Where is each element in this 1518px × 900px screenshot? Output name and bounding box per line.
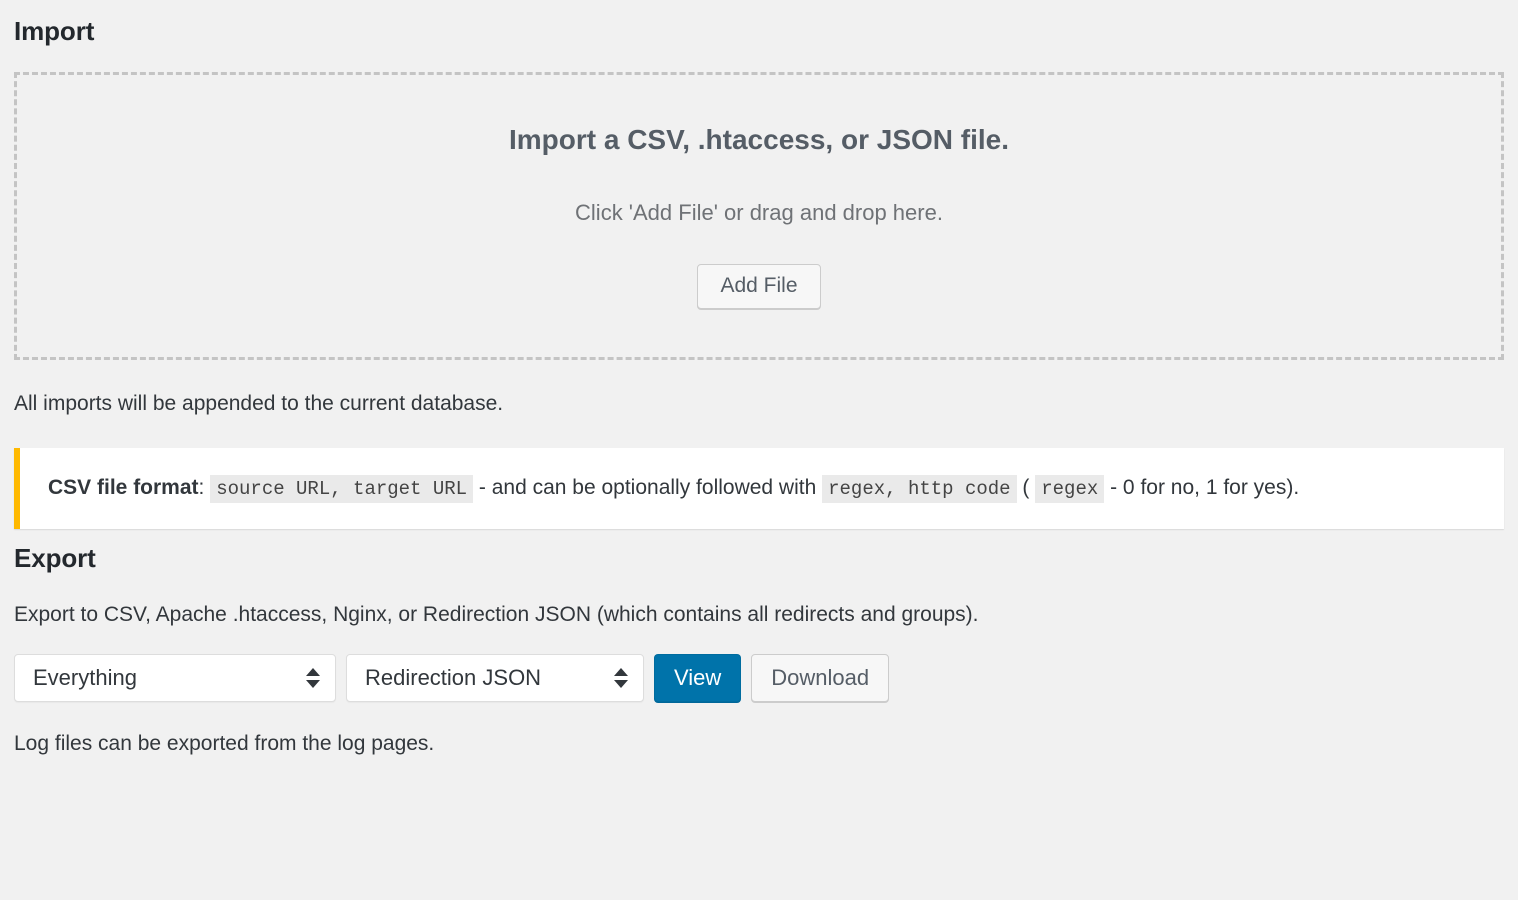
import-section-heading: Import bbox=[14, 16, 95, 46]
download-button[interactable]: Download bbox=[751, 654, 890, 703]
export-log-note: Log files can be exported from the log p… bbox=[14, 732, 435, 756]
csv-format-colon: : bbox=[198, 476, 205, 500]
export-section-heading: Export bbox=[14, 542, 96, 573]
export-scope-select-wrap[interactable]: Everything bbox=[14, 654, 336, 703]
csv-format-text-2: ( bbox=[1022, 476, 1030, 500]
csv-format-label: CSV file format bbox=[48, 476, 199, 500]
export-format-value: Redirection JSON bbox=[365, 665, 542, 691]
file-dropzone[interactable]: Import a CSV, .htaccess, or JSON file. C… bbox=[14, 72, 1504, 360]
dropzone-title: Import a CSV, .htaccess, or JSON file. bbox=[508, 123, 1010, 155]
view-button[interactable]: View bbox=[654, 654, 742, 703]
export-scope-select[interactable]: Everything bbox=[14, 654, 336, 703]
csv-format-text-1: - and can be optionally followed with bbox=[478, 476, 817, 500]
export-description: Export to CSV, Apache .htaccess, Nginx, … bbox=[14, 602, 979, 626]
csv-format-notice-text: CSV file format: source URL, target URL … bbox=[48, 472, 1488, 505]
export-controls-row: Everything Redirection JSON View Downloa… bbox=[14, 628, 1504, 703]
csv-format-code-regex-http: regex, http code bbox=[822, 475, 1017, 504]
export-format-select[interactable]: Redirection JSON bbox=[346, 654, 644, 703]
export-format-select-wrap[interactable]: Redirection JSON bbox=[346, 654, 644, 703]
csv-format-notice: CSV file format: source URL, target URL … bbox=[14, 448, 1504, 529]
add-file-button[interactable]: Add File bbox=[697, 263, 821, 310]
csv-format-text-3: - 0 for no, 1 for yes). bbox=[1110, 476, 1300, 500]
import-append-note: All imports will be appended to the curr… bbox=[14, 392, 504, 415]
csv-format-code-source-target: source URL, target URL bbox=[210, 475, 474, 504]
dropzone-subtitle: Click 'Add File' or drag and drop here. bbox=[575, 199, 943, 225]
csv-format-code-regex: regex bbox=[1035, 475, 1105, 504]
export-scope-value: Everything bbox=[33, 665, 137, 691]
import-export-page: Import Import a CSV, .htaccess, or JSON … bbox=[0, 0, 1518, 900]
